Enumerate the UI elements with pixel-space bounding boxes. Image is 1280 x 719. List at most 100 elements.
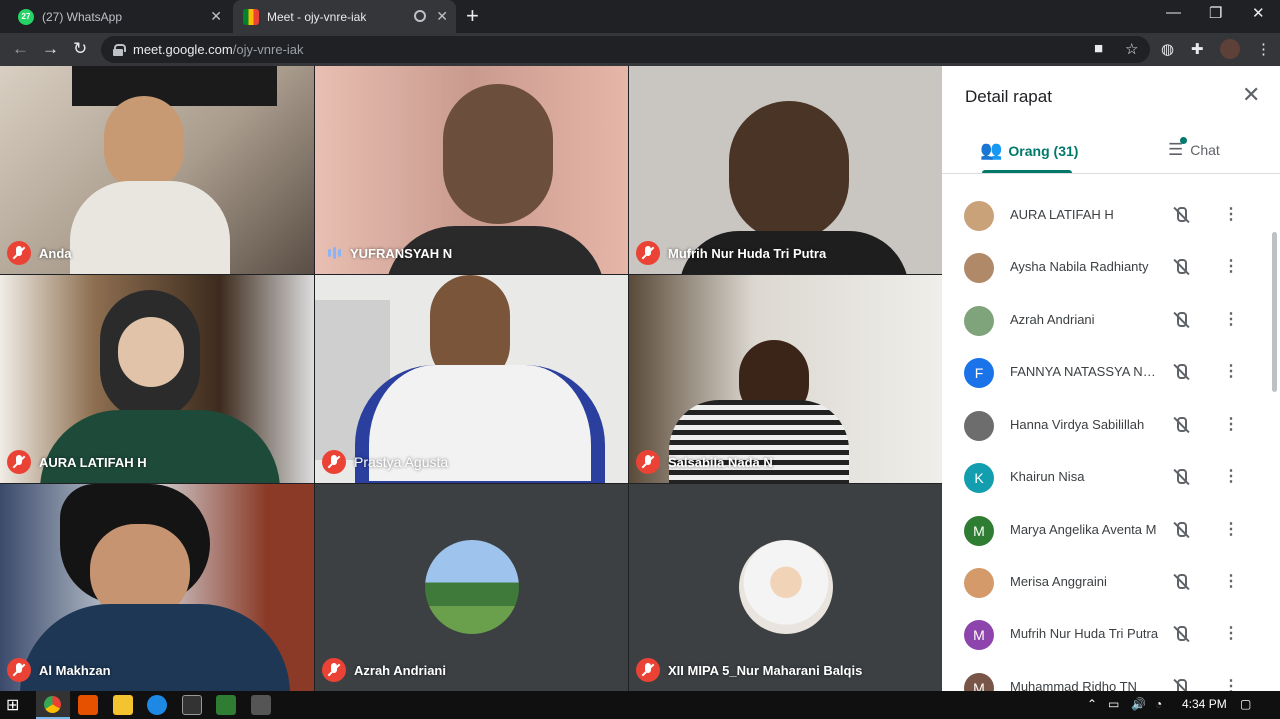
more-options-icon[interactable]: ⋮ xyxy=(1223,361,1239,381)
participant-avatar xyxy=(424,540,519,634)
mic-off-icon[interactable] xyxy=(1172,311,1190,329)
camera-icon[interactable]: ■ xyxy=(1094,40,1103,57)
avatar xyxy=(964,306,994,336)
participant-name: AURA LATIFAH H xyxy=(39,454,147,470)
mic-off-icon[interactable] xyxy=(1172,258,1190,276)
chrome-taskbar-item[interactable] xyxy=(36,691,70,719)
more-options-icon[interactable]: ⋮ xyxy=(1223,623,1239,643)
avatar: F xyxy=(964,358,994,388)
globe-icon[interactable]: ◍ xyxy=(1161,40,1174,58)
list-item[interactable]: K Khairun Nisa ⋮ xyxy=(942,451,1272,503)
participant-name: Anda xyxy=(39,245,72,261)
url-path: /ojy-vnre-iak xyxy=(232,42,304,57)
more-options-icon[interactable]: ⋮ xyxy=(1223,519,1239,539)
tab-meet[interactable]: Meet - ojy-vnre-iak ✕ xyxy=(233,0,456,33)
video-tile[interactable]: Al Makhzan xyxy=(0,484,314,691)
profile-avatar[interactable] xyxy=(1220,39,1240,59)
participant-name: Al Makhzan xyxy=(39,662,111,678)
mic-off-icon[interactable] xyxy=(1172,206,1190,224)
list-item[interactable]: F FANNYA NATASSYA NAT... ⋮ xyxy=(942,346,1272,398)
close-tab-icon[interactable]: ✕ xyxy=(210,8,222,25)
avatar xyxy=(964,253,994,283)
tab-people[interactable]: 👥 Orang (31) xyxy=(980,140,1078,161)
mic-off-icon[interactable] xyxy=(1172,521,1190,539)
mic-off-icon xyxy=(322,658,346,682)
new-tab-icon[interactable]: + xyxy=(466,3,479,29)
chrome-icon xyxy=(44,696,61,713)
participant-name: FANNYA NATASSYA NAT... xyxy=(1010,364,1160,379)
video-tile[interactable]: Salsabila Nada N xyxy=(629,275,942,483)
notification-icon[interactable]: ▢ xyxy=(1240,697,1251,711)
reload-icon[interactable]: ↻ xyxy=(73,39,87,59)
wifi-icon[interactable]: ◔ xyxy=(1155,697,1162,711)
list-item[interactable]: AURA LATIFAH H ⋮ xyxy=(942,189,1272,241)
avatar: M xyxy=(964,620,994,650)
mic-off-icon[interactable] xyxy=(1172,573,1190,591)
bookmark-star-icon[interactable]: ☆ xyxy=(1125,40,1138,58)
file-explorer-icon[interactable] xyxy=(113,695,133,715)
avatar xyxy=(964,201,994,231)
browser-tab-strip: 27 (27) WhatsApp ✕ Meet - ojy-vnre-iak ✕… xyxy=(0,0,1280,33)
list-item[interactable]: M Muhammad Ridho TN ⋮ xyxy=(942,661,1272,691)
close-tab-icon[interactable]: ✕ xyxy=(436,8,448,25)
mic-off-icon xyxy=(7,241,31,265)
video-tile[interactable]: Azrah Andriani xyxy=(315,484,628,691)
back-icon[interactable]: ← xyxy=(12,39,29,59)
more-options-icon[interactable]: ⋮ xyxy=(1223,676,1239,691)
more-options-icon[interactable]: ⋮ xyxy=(1223,309,1239,329)
tab-label: (27) WhatsApp xyxy=(42,9,123,24)
meeting-details-panel: Detail rapat ✕ 👥 Orang (31) ☰ Chat AURA … xyxy=(942,66,1280,691)
battery-icon[interactable]: ▭ xyxy=(1108,697,1119,711)
mic-off-icon[interactable] xyxy=(1172,468,1190,486)
participant-name: Aysha Nabila Radhianty xyxy=(1010,259,1149,274)
video-tile[interactable]: AURA LATIFAH H xyxy=(0,275,314,483)
more-options-icon[interactable]: ⋮ xyxy=(1223,256,1239,276)
mic-off-icon xyxy=(636,658,660,682)
app-icon[interactable] xyxy=(251,695,271,715)
video-tile[interactable]: XII MIPA 5_Nur Maharani Balqis xyxy=(629,484,942,691)
address-bar[interactable]: meet.google.com/ojy-vnre-iak xyxy=(101,36,1150,63)
list-item[interactable]: M Mufrih Nur Huda Tri Putra ⋮ xyxy=(942,608,1272,660)
video-tile[interactable]: YUFRANSYAH N xyxy=(315,66,628,274)
more-options-icon[interactable]: ⋮ xyxy=(1223,204,1239,224)
maximize-icon[interactable]: ❐ xyxy=(1209,4,1222,22)
avatar: K xyxy=(964,463,994,493)
windows-start-icon[interactable]: ⊞ xyxy=(6,695,26,715)
video-tile[interactable]: Mufrih Nur Huda Tri Putra xyxy=(629,66,942,274)
edge-icon[interactable] xyxy=(147,695,167,715)
mic-off-icon[interactable] xyxy=(1172,416,1190,434)
minimize-icon[interactable]: — xyxy=(1166,4,1181,21)
participant-name: Hanna Virdya Sabilillah xyxy=(1010,417,1145,432)
video-tile[interactable]: Prastya Agusta xyxy=(315,275,628,483)
close-panel-icon[interactable]: ✕ xyxy=(1242,82,1260,108)
terminal-icon[interactable] xyxy=(182,695,202,715)
tab-chat[interactable]: ☰ Chat xyxy=(1168,137,1220,160)
participant-name: Marya Angelika Aventa M xyxy=(1010,522,1157,537)
extensions-icon[interactable]: ✚ xyxy=(1191,40,1204,58)
chevron-up-icon[interactable]: ⌃ xyxy=(1087,697,1097,711)
mic-off-icon[interactable] xyxy=(1172,363,1190,381)
clock[interactable]: 4:34 PM xyxy=(1182,697,1227,711)
list-item[interactable]: Azrah Andriani ⋮ xyxy=(942,294,1272,346)
app-icon[interactable] xyxy=(78,695,98,715)
mic-off-icon xyxy=(636,450,660,474)
participant-name: Mufrih Nur Huda Tri Putra xyxy=(668,245,827,261)
volume-icon[interactable]: 🔊 xyxy=(1131,697,1146,711)
more-options-icon[interactable]: ⋮ xyxy=(1223,466,1239,486)
list-item[interactable]: Hanna Virdya Sabilillah ⋮ xyxy=(942,399,1272,451)
list-item[interactable]: Aysha Nabila Radhianty ⋮ xyxy=(942,241,1272,293)
tab-whatsapp[interactable]: 27 (27) WhatsApp ✕ xyxy=(8,0,230,33)
mic-off-icon[interactable] xyxy=(1172,625,1190,643)
app-icon[interactable] xyxy=(216,695,236,715)
close-window-icon[interactable]: ✕ xyxy=(1252,4,1265,22)
scrollbar[interactable] xyxy=(1272,232,1277,392)
list-item[interactable]: M Marya Angelika Aventa M ⋮ xyxy=(942,504,1272,556)
video-tile[interactable]: Anda xyxy=(0,66,314,274)
list-item[interactable]: Merisa Anggraini ⋮ xyxy=(942,556,1272,608)
more-options-icon[interactable]: ⋮ xyxy=(1223,414,1239,434)
menu-icon[interactable]: ⋮ xyxy=(1256,40,1271,58)
mic-off-icon[interactable] xyxy=(1172,678,1190,691)
more-options-icon[interactable]: ⋮ xyxy=(1223,571,1239,591)
panel-title: Detail rapat xyxy=(965,87,1052,106)
forward-icon[interactable]: → xyxy=(42,39,59,59)
